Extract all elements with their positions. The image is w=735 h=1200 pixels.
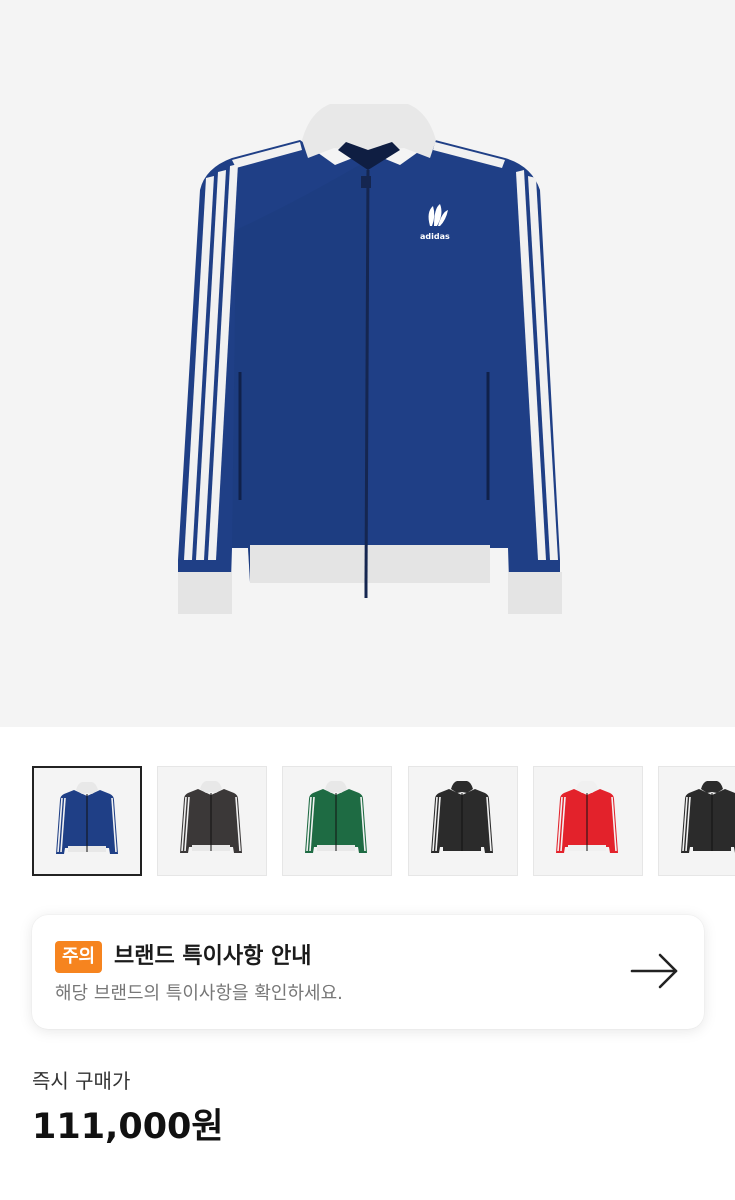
brand-logo-text: adidas <box>420 232 450 241</box>
thumbnail-jacket-image <box>56 782 118 854</box>
thumbnail-2[interactable] <box>157 766 267 876</box>
instant-buy-price-label: 즉시 구매가 <box>32 1069 131 1093</box>
brand-notice-card[interactable]: 주의 브랜드 특이사항 안내 해당 브랜드의 특이사항을 확인하세요. <box>32 915 704 1029</box>
warning-badge: 주의 <box>55 941 103 973</box>
thumbnail-jacket-image <box>556 781 618 853</box>
thumbnail-4[interactable] <box>408 766 518 876</box>
product-main-image[interactable]: adidas <box>0 0 735 727</box>
arrow-right-icon[interactable] <box>630 951 682 991</box>
thumbnail-jacket-image <box>431 781 493 853</box>
thumbnail-5[interactable] <box>533 766 643 876</box>
thumbnail-jacket-image <box>180 781 242 853</box>
thumbnail-jacket-image <box>681 781 735 853</box>
thumbnail-jacket-image <box>305 781 367 853</box>
thumbnail-3[interactable] <box>282 766 392 876</box>
thumbnail-strip[interactable] <box>0 766 735 876</box>
notice-description: 해당 브랜드의 특이사항을 확인하세요. <box>55 983 343 1004</box>
notice-title: 브랜드 특이사항 안내 <box>114 944 312 969</box>
thumbnail-6[interactable] <box>658 766 735 876</box>
instant-buy-price-value: 111,000원 <box>32 1107 224 1147</box>
track-jacket-image <box>178 104 562 614</box>
thumbnail-1[interactable] <box>32 766 142 876</box>
